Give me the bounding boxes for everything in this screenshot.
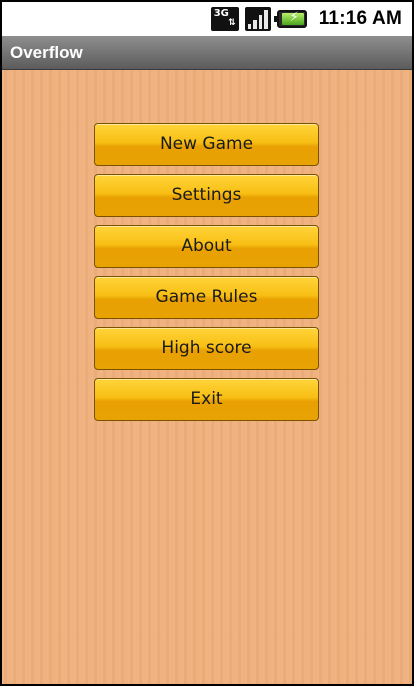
- signal-strength-icon: [244, 7, 271, 31]
- battery-charging-icon: ⚡: [273, 10, 307, 28]
- new-game-button[interactable]: New Game: [94, 123, 319, 166]
- network-type-label: 3G: [213, 8, 229, 19]
- status-bar: 3G ⇅ ⚡ 11:16 AM: [2, 2, 412, 36]
- high-score-button[interactable]: High score: [94, 327, 319, 370]
- charging-bolt-icon: ⚡: [289, 10, 299, 25]
- game-rules-button[interactable]: Game Rules: [94, 276, 319, 319]
- phone-screen: 3G ⇅ ⚡ 11:16 AM Overflow New Game Settin…: [0, 0, 414, 686]
- about-button[interactable]: About: [94, 225, 319, 268]
- main-menu: New Game Settings About Game Rules High …: [94, 123, 319, 429]
- exit-button[interactable]: Exit: [94, 378, 319, 421]
- data-arrows-icon: ⇅: [228, 18, 236, 28]
- status-clock: 11:16 AM: [318, 8, 402, 29]
- main-content: New Game Settings About Game Rules High …: [2, 70, 412, 684]
- 3g-icon: 3G ⇅: [210, 7, 239, 31]
- app-title: Overflow: [10, 43, 83, 62]
- settings-button[interactable]: Settings: [94, 174, 319, 217]
- status-icons: 3G ⇅ ⚡ 11:16 AM: [210, 6, 402, 32]
- app-title-bar: Overflow: [2, 36, 412, 70]
